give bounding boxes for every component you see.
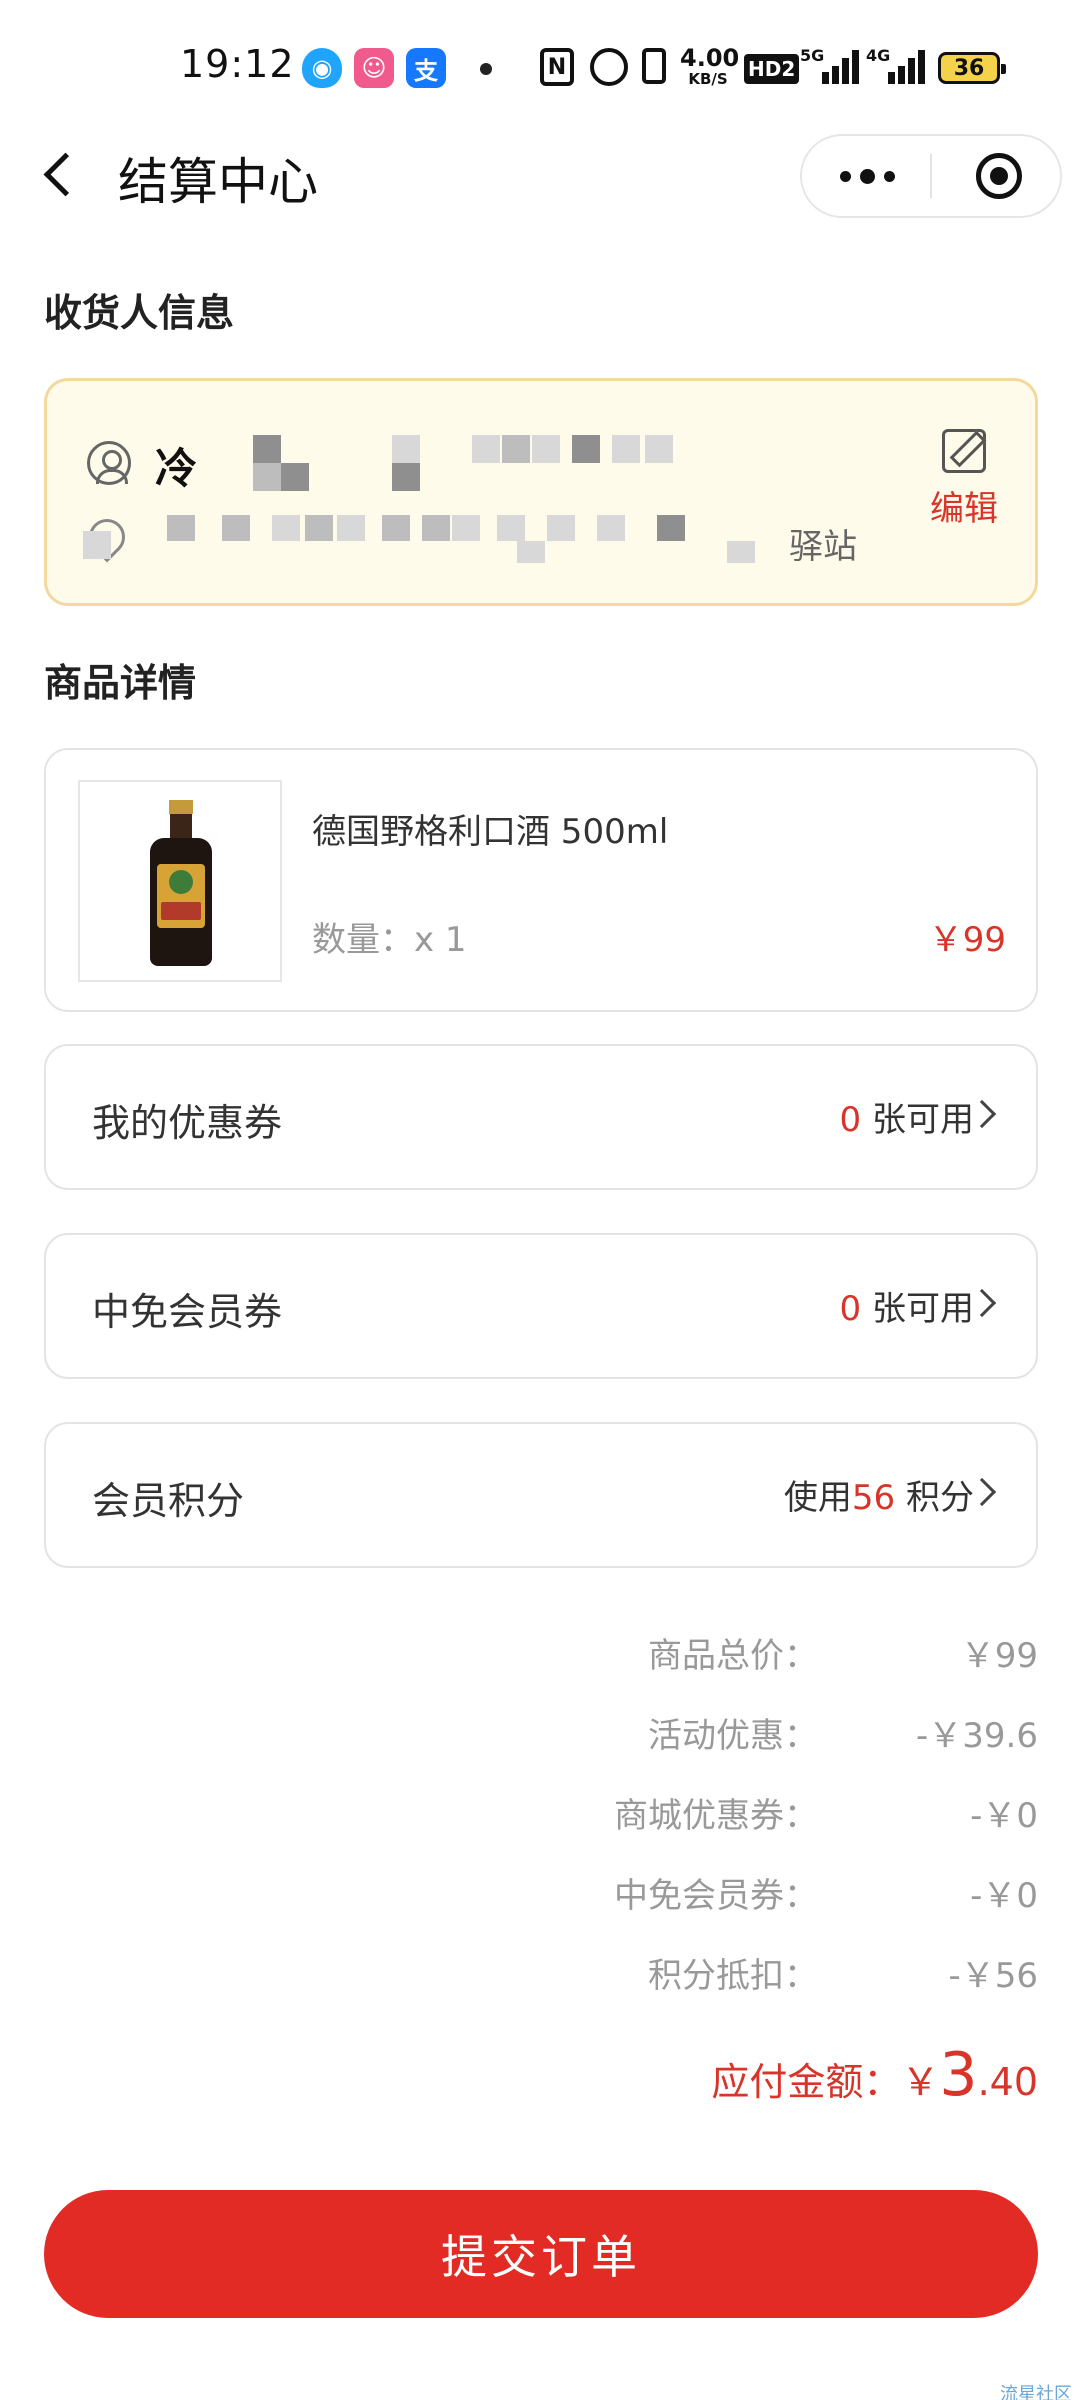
edit-address-button[interactable]: 编辑 [919, 429, 1009, 530]
summary-member-coupon-value: -￥0 [970, 1876, 1038, 1916]
summary-total-value: ￥99 [960, 1636, 1038, 1676]
qq-icon: ◉ [302, 48, 342, 88]
alipay-icon: 支 [406, 48, 446, 88]
status-bar: 19:12 ◉ ☺ 支 N 4.00 KB/S HD2 5G 4G 36 [0, 0, 1080, 130]
signal-4g-label: 4G [866, 46, 891, 65]
address-card[interactable]: 冷 驿站 编辑 [44, 378, 1038, 606]
goods-price: ￥99 [928, 920, 1006, 960]
goods-thumbnail [78, 780, 282, 982]
receiver-section-title: 收货人信息 [44, 291, 235, 335]
signal-5g-label: 5G [800, 46, 825, 65]
network-speed: 4.00 KB/S [680, 44, 740, 88]
summary-mall-coupon-value: -￥0 [970, 1796, 1038, 1836]
close-miniprogram-button[interactable] [976, 153, 1022, 199]
summary-promo-label: 活动优惠： [648, 1716, 818, 1756]
watermark: 流星社区 [1000, 2384, 1072, 2400]
payable-label: 应付金额： [711, 2060, 902, 2104]
nfc-icon: N [540, 48, 574, 86]
goods-section-title: 商品详情 [44, 661, 197, 705]
summary-total-label: 商品总价： [648, 1636, 818, 1676]
summary-points-label: 积分抵扣： [648, 1956, 818, 1996]
summary-promo-value: -￥39.6 [916, 1716, 1038, 1756]
submit-order-button[interactable]: 提交订单 [44, 2190, 1038, 2318]
member-points-row[interactable]: 会员积分 使用56 积分 [44, 1422, 1038, 1568]
edit-icon [942, 429, 986, 473]
page-title: 结算中心 [118, 153, 318, 211]
points-count: 56 [851, 1478, 896, 1518]
picture-app-icon: ☺ [354, 48, 394, 88]
network-speed-value: 4.00 [680, 44, 740, 72]
vibrate-icon [642, 48, 666, 84]
payable-decimal: .40 [977, 2060, 1038, 2104]
summary-mall-coupon-label: 商城优惠券： [614, 1796, 818, 1836]
member-points-label: 会员积分 [92, 1479, 245, 1523]
edit-label: 编辑 [930, 489, 998, 529]
payable-currency: ￥ [901, 2060, 940, 2104]
member-coupon-count: 0 [839, 1289, 862, 1329]
coupon-count: 0 [839, 1100, 862, 1140]
summary-member-coupon-label: 中免会员券： [614, 1876, 818, 1916]
back-arrow-icon[interactable] [40, 145, 80, 205]
alarm-icon [590, 48, 628, 86]
receiver-name: 冷 [155, 444, 198, 493]
battery-icon: 36 [938, 52, 1006, 84]
liquor-bottle-image [150, 800, 212, 966]
network-speed-unit: KB/S [688, 70, 728, 88]
coupon-availability: 0 张可用 [839, 1100, 974, 1140]
payable-integer: 3 [939, 2040, 978, 2110]
goods-quantity: 数量：x 1 [312, 920, 467, 960]
member-coupon-availability: 0 张可用 [839, 1289, 974, 1329]
coupon-row[interactable]: 我的优惠券 0 张可用 [44, 1044, 1038, 1190]
status-time: 19:12 [180, 42, 295, 86]
summary-points-value: -￥56 [948, 1956, 1038, 1996]
signal-5g-icon: 5G [800, 46, 872, 86]
goods-card[interactable]: 德国野格利口酒 500ml 数量：x 1 ￥99 [44, 748, 1038, 1012]
payable-amount: 应付金额：￥3.40 [711, 2040, 1038, 2110]
signal-4g-icon: 4G [866, 46, 938, 86]
points-usage: 使用56 积分 [783, 1478, 974, 1518]
user-icon [87, 441, 131, 485]
capsule-divider [930, 154, 932, 198]
member-coupon-label: 中免会员券 [92, 1290, 283, 1334]
coupon-label: 我的优惠券 [92, 1101, 283, 1145]
goods-name: 德国野格利口酒 500ml [312, 812, 669, 852]
member-coupon-row[interactable]: 中免会员券 0 张可用 [44, 1233, 1038, 1379]
miniprogram-capsule [800, 134, 1062, 218]
hd-voice-icon: HD2 [744, 54, 800, 84]
notification-dot-icon [480, 63, 492, 75]
more-options-button[interactable] [802, 136, 932, 216]
